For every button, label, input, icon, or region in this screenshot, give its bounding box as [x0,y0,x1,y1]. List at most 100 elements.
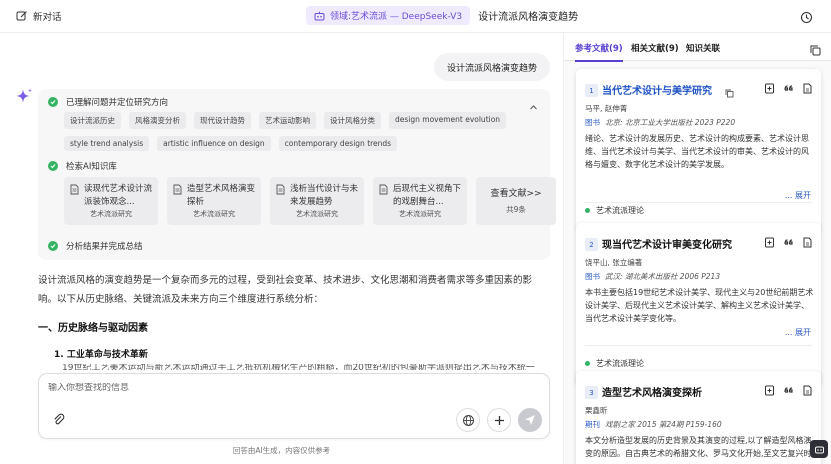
web-search-button[interactable] [456,408,480,432]
view-more-label: 查看文献>> [490,189,542,199]
keyword-tag[interactable]: artistic influence on design [157,136,271,151]
copy-icon [725,89,734,98]
references-panel: 参考文献(9) 相关文献(9) 知识关联 1 当代艺术设计与美学研究 马平, 赵… [564,33,831,464]
reference-card[interactable]: 1 当代艺术设计与美学研究 马平, 赵伸菁 图书 北京: 北京工业大学出版社 20… [576,69,821,232]
send-button[interactable] [518,408,542,432]
export-doc-icon[interactable] [802,237,813,248]
card-divider [585,345,812,346]
tab-references[interactable]: 参考文献(9) [575,42,623,62]
kb-card[interactable]: 后现代主义视角下的戏剧舞台... 艺术流派研究 [373,177,467,225]
reference-count: 共9条 [506,205,526,214]
expand-link[interactable]: ... 展开 [785,327,811,338]
reference-source: 图书 北京: 北京工业大学出版社 2023 P220 [585,117,735,128]
export-doc-icon[interactable] [802,83,813,94]
edit-icon [16,11,27,21]
keyword-tag[interactable]: 现代设计趋势 [194,112,251,129]
reference-actions [764,385,813,396]
query-input[interactable] [48,383,348,393]
reference-publication: 武汉: 湖北美术出版社 2006 P213 [605,272,721,281]
attach-button[interactable] [47,408,71,432]
reference-number: 1 [585,84,598,97]
ai-sparkle-icon [16,88,33,103]
kb-card-category: 艺术流派研究 [193,210,235,218]
keyword-tags: 设计流派历史 风格演变分析 现代设计趋势 艺术运动影响 设计风格分类 desig… [64,112,534,151]
kb-card[interactable]: 读现代艺术设计流派装饰观念... 艺术流派研究 [64,177,158,225]
keyword-tag[interactable]: 风格演变分析 [129,112,186,129]
globe-icon [462,414,474,426]
app-window: 新对话 领域:艺术流派 — DeepSeek-V3 设计流派风格演变趋势 设计流… [0,0,831,464]
copy-title-button[interactable] [725,83,734,102]
domain-badge-label: 领域:艺术流派 — DeepSeek-V3 [330,12,463,22]
keyword-tag[interactable]: 设计流派历史 [64,112,121,129]
bookmark-add-icon[interactable] [764,237,775,248]
reference-abstract: 绪论、艺术设计的发展历史、艺术设计的构成要素、艺术设计思维、当代艺术设计与美学、… [585,134,809,169]
history-icon [800,11,813,24]
quote-icon[interactable] [783,385,794,396]
reference-topic[interactable]: 艺术流派理论 [585,205,644,216]
copy-all-button[interactable] [810,41,821,60]
keyword-tag[interactable]: design movement evolution [389,112,507,129]
new-chat-button[interactable]: 新对话 [16,9,62,23]
topic-dot-icon [585,361,590,366]
reasoning-steps-panel: 已理解问题并定位研究方向 设计流派历史 风格演变分析 现代设计趋势 艺术运动影响… [38,89,556,260]
keyword-tag[interactable]: 艺术运动影响 [259,112,316,129]
keyword-tag[interactable]: 设计风格分类 [324,112,381,129]
reference-publication: 北京: 北京工业大学出版社 2023 P220 [605,118,736,127]
user-message: 设计流派风格演变趋势 [434,53,550,81]
check-icon [48,161,58,171]
kb-card-title: 浅析当代设计与未来发展趋势 [290,184,359,207]
reference-abstract: 本书主要包括19世纪艺术设计美学、现代主义与20世纪前期艺术设计美学、后现代主义… [585,288,814,323]
answer-text-peek: 19世纪工艺美术运动与新艺术运动通过手工艺抵抗机械化生产的粗糙，而20世纪初的包… [62,364,535,370]
robot-icon [814,446,824,453]
add-button[interactable] [487,408,511,432]
reference-card[interactable]: 3 造型艺术风格演变探析 栗鑫昕 期刊 戏剧之家 2015 第24期 P159-1… [576,371,821,464]
step-search-kb: 检索AI知识库 [48,160,117,172]
view-more-references[interactable]: 查看文献>> 共9条 [476,177,556,225]
assistant-float-button[interactable] [810,440,828,458]
reference-topic[interactable]: 艺术流派理论 [585,358,644,369]
reference-actions [764,83,813,94]
bookmark-add-icon[interactable] [764,83,775,94]
quote-icon[interactable] [783,237,794,248]
kb-card-category: 艺术流派研究 [296,210,338,218]
tab-knowledge-links[interactable]: 知识关联 [686,42,720,54]
step-understand-label: 已理解问题并定位研究方向 [66,98,169,108]
paperclip-icon [54,413,65,425]
reference-card[interactable]: 2 现当代艺术设计审美变化研究 饶平山, 张立编著 图书 武汉: 湖北美术出版社 … [576,223,821,385]
top-header: 新对话 领域:艺术流派 — DeepSeek-V3 设计流派风格演变趋势 [0,0,831,33]
reference-title[interactable]: 造型艺术风格演变探析 [602,384,702,399]
bookmark-add-icon[interactable] [764,385,775,396]
conversation-title-bar: 领域:艺术流派 — DeepSeek-V3 设计流派风格演变趋势 [306,6,578,25]
answer-intro: 设计流派风格的演变趋势是一个复杂而多元的过程，受到社会变革、技术进步、文化思潮和… [38,275,533,305]
reference-actions [764,237,813,248]
kb-card-category: 艺术流派研究 [399,210,441,218]
robot-icon [314,11,325,20]
plus-icon [494,415,504,425]
ai-disclaimer: 回答由AI生成，内容仅供参考 [232,446,331,455]
references-tabs: 参考文献(9) 相关文献(9) 知识关联 [564,33,831,62]
reference-type: 期刊 [585,420,600,429]
keyword-tag[interactable]: style trend analysis [64,136,150,151]
kb-card[interactable]: 浅析当代设计与未来发展趋势 艺术流派研究 [270,177,364,225]
document-icon [70,184,79,195]
keyword-tag[interactable]: contemporary design trends [278,136,398,151]
reference-title[interactable]: 当代艺术设计与美学研究 [602,82,712,97]
expand-link[interactable]: ... 展开 [785,190,811,201]
kb-cards: 读现代艺术设计流派装饰观念... 艺术流派研究 造型艺术风格演变探析 艺术流派研… [64,177,556,225]
history-button[interactable] [800,9,813,28]
export-doc-icon[interactable] [802,385,813,396]
reference-topic-label: 艺术流派理论 [596,359,644,368]
quote-icon[interactable] [783,83,794,94]
send-icon [525,415,535,425]
topic-dot-icon [585,208,590,213]
kb-card[interactable]: 造型艺术风格演变探析 艺术流派研究 [167,177,261,225]
document-icon [276,184,285,195]
tab-related[interactable]: 相关文献(9) [631,42,679,54]
reference-title[interactable]: 现当代艺术设计审美变化研究 [602,236,732,251]
card-divider [585,202,812,203]
document-icon [379,184,388,195]
domain-badge[interactable]: 领域:艺术流派 — DeepSeek-V3 [306,6,471,25]
check-icon [48,241,58,251]
reference-publication: 戏剧之家 2015 第24期 P159-160 [605,420,722,429]
kb-card-category: 艺术流派研究 [90,210,132,218]
